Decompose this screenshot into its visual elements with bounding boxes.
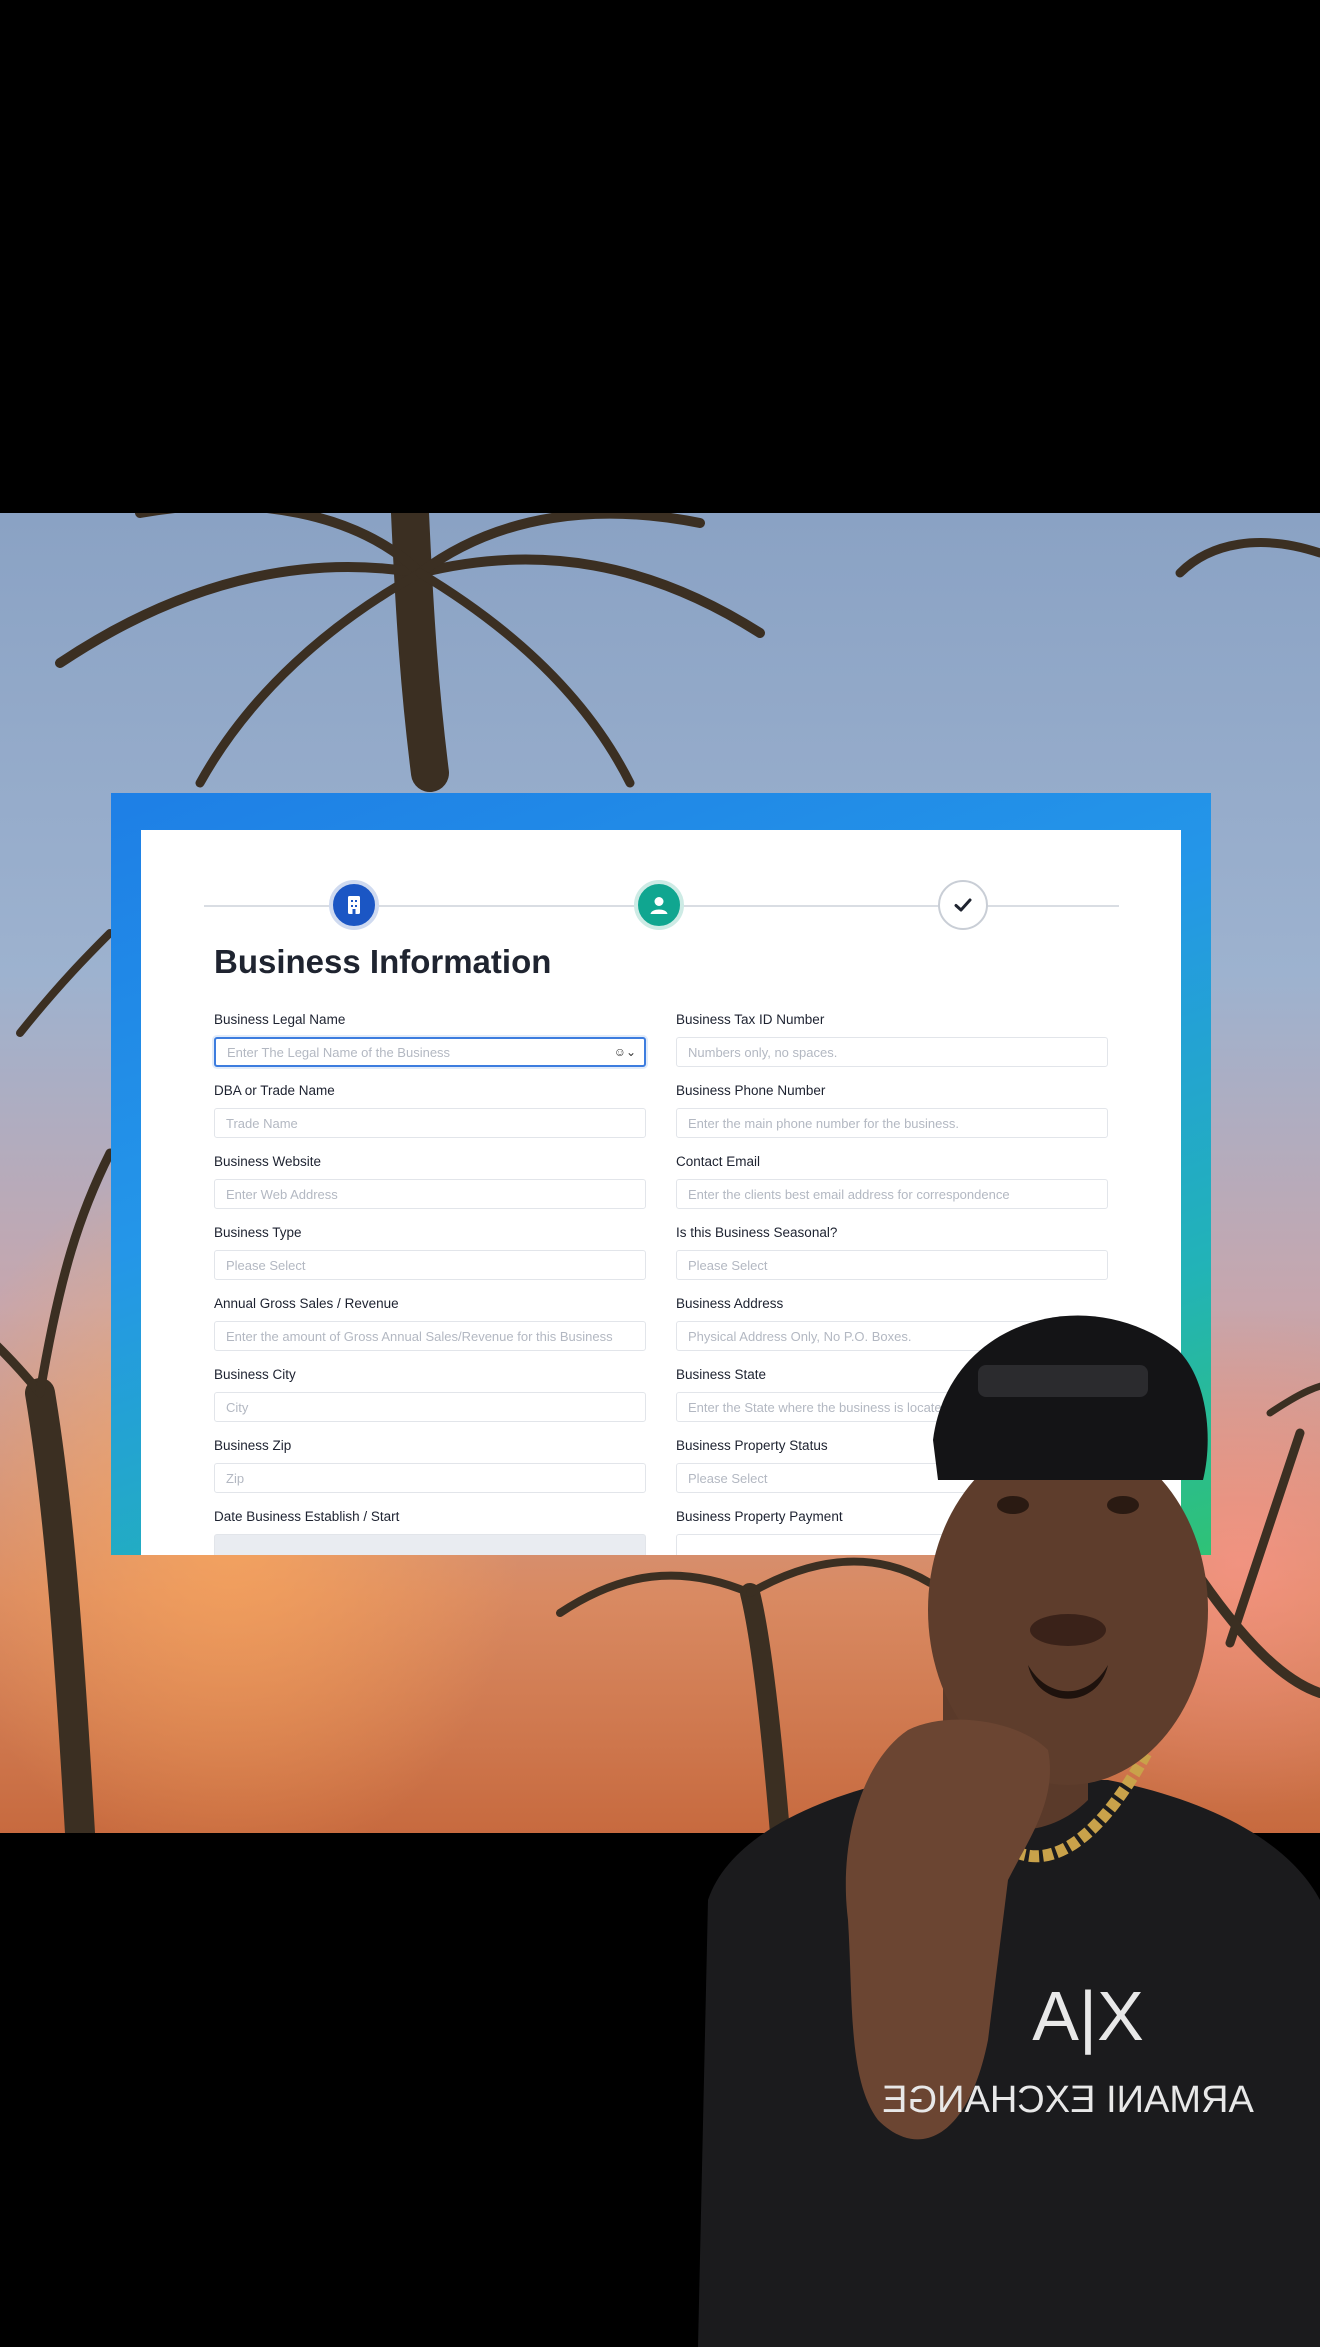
label-date-business-established: Date Business Establish / Start <box>214 1509 400 1524</box>
business-tax-id-input[interactable]: Numbers only, no spaces. <box>676 1037 1108 1067</box>
step-review-indicator[interactable] <box>938 880 988 930</box>
business-type-select[interactable]: Please Select <box>214 1250 646 1280</box>
presenter-video-overlay: ARMANI EXCHANGE A|X <box>698 1315 1320 2347</box>
check-icon <box>954 898 972 912</box>
date-business-established-input[interactable] <box>214 1534 646 1555</box>
label-business-phone: Business Phone Number <box>676 1083 826 1098</box>
business-website-input[interactable]: Enter Web Address <box>214 1179 646 1209</box>
step-business-indicator[interactable] <box>329 880 379 930</box>
cap-strap <box>978 1365 1148 1397</box>
label-annual-gross-sales: Annual Gross Sales / Revenue <box>214 1296 399 1311</box>
label-business-zip: Business Zip <box>214 1438 292 1453</box>
page-title: Business Information <box>214 943 552 980</box>
label-dba-trade-name: DBA or Trade Name <box>214 1083 335 1098</box>
label-business-seasonal: Is this Business Seasonal? <box>676 1225 838 1240</box>
label-business-legal-name: Business Legal Name <box>214 1012 346 1027</box>
label-business-tax-id: Business Tax ID Number <box>676 1012 825 1027</box>
business-seasonal-select[interactable]: Please Select <box>676 1250 1108 1280</box>
business-phone-input[interactable]: Enter the main phone number for the busi… <box>676 1108 1108 1138</box>
building-icon <box>348 896 360 914</box>
placeholder-text: Enter The Legal Name of the Business <box>227 1044 451 1060</box>
business-zip-input[interactable]: Zip <box>214 1463 646 1493</box>
shirt-print: ARMANI EXCHANGE <box>882 2079 1254 2121</box>
step-owner-indicator[interactable] <box>634 880 684 930</box>
annual-gross-sales-input[interactable]: Enter the amount of Gross Annual Sales/R… <box>214 1321 646 1351</box>
label-business-website: Business Website <box>214 1154 322 1169</box>
dba-trade-name-input[interactable]: Trade Name <box>214 1108 646 1138</box>
label-business-type: Business Type <box>214 1225 302 1240</box>
label-contact-email: Contact Email <box>676 1154 761 1169</box>
autofill-contact-icon[interactable]: ☺⌄ <box>614 1045 636 1059</box>
business-legal-name-input[interactable]: Enter The Legal Name of the Business ☺⌄ <box>214 1037 646 1067</box>
business-city-input[interactable]: City <box>214 1392 646 1422</box>
label-business-city: Business City <box>214 1367 296 1382</box>
backwards-cap <box>933 1315 1208 1480</box>
contact-email-input[interactable]: Enter the clients best email address for… <box>676 1179 1108 1209</box>
user-icon <box>650 897 668 914</box>
shirt-logo: A|X <box>1032 1977 1144 2055</box>
